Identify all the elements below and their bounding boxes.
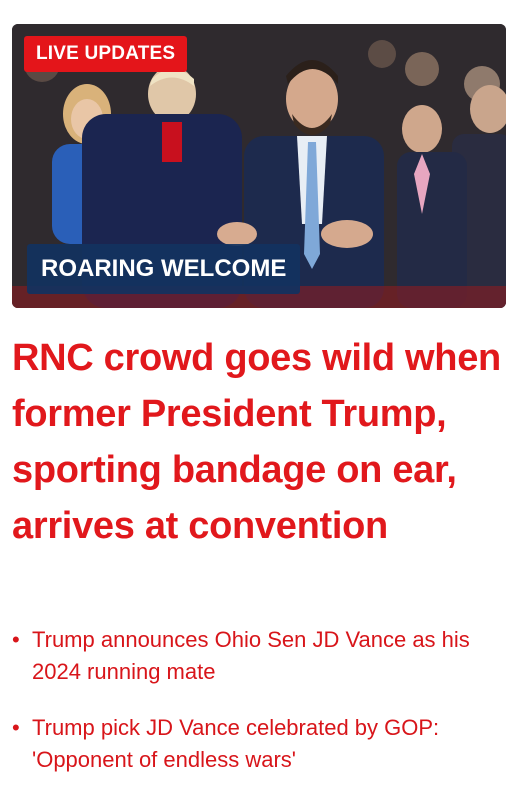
related-link-text: Trump pick JD Vance celebrated by GOP: '… <box>32 715 440 772</box>
related-link-text: Trump announces Ohio Sen JD Vance as his… <box>32 627 470 684</box>
hero-image-link[interactable]: LIVE UPDATES ROARING WELCOME <box>12 24 506 308</box>
headline-link[interactable]: RNC crowd goes wild when former Presiden… <box>12 330 506 554</box>
live-updates-badge: LIVE UPDATES <box>24 36 188 72</box>
related-links-list: • Trump announces Ohio Sen JD Vance as h… <box>12 624 506 800</box>
bullet-icon: • <box>12 715 20 740</box>
bullet-icon: • <box>12 627 20 652</box>
article-page: LIVE UPDATES ROARING WELCOME RNC crowd g… <box>0 0 518 800</box>
caption-badge: ROARING WELCOME <box>27 244 301 294</box>
related-link[interactable]: • Trump pick JD Vance celebrated by GOP:… <box>12 712 506 776</box>
related-link[interactable]: • Trump announces Ohio Sen JD Vance as h… <box>12 624 506 688</box>
